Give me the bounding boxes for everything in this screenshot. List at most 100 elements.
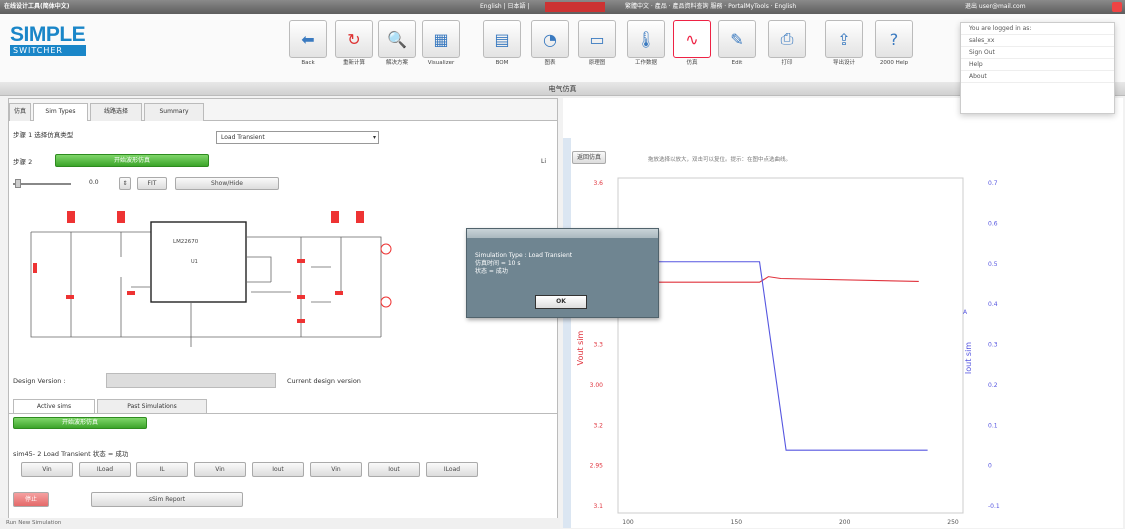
y-tick-left: 3.3 <box>593 342 603 349</box>
toolbar-button-export[interactable]: ⇪ 导出设计 <box>822 20 866 70</box>
start-sim-button[interactable]: 开始波形仿真 <box>55 154 209 167</box>
sim-type-select[interactable]: Load Transient ▾ <box>216 131 379 144</box>
trace-button[interactable]: Vin <box>194 462 246 477</box>
y-tick-right: 0.4 <box>988 301 998 308</box>
app-title: 在线设计工具(简体中文) <box>4 3 70 10</box>
stepper-icon[interactable]: ⇕ <box>119 177 131 190</box>
show-hide-button[interactable]: Show/Hide <box>175 177 279 190</box>
ok-button[interactable]: OK <box>535 295 587 309</box>
toolbar-button-bom[interactable]: ▤ BOM <box>480 20 524 70</box>
toolbar-label: BOM <box>495 60 509 66</box>
right-axis-unit: A <box>963 309 968 316</box>
toolbar-button-thermometer[interactable]: 🌡 工作数据 <box>624 20 668 70</box>
y-tick-left: 3.00 <box>590 382 604 389</box>
thermometer-icon: 🌡 <box>627 20 665 58</box>
toolbar-button-refresh[interactable]: ↻ 重新计算 <box>332 20 376 70</box>
graph-icon: ◔ <box>531 20 569 58</box>
trace-button[interactable]: IL <box>136 462 188 477</box>
plot-area <box>617 177 964 514</box>
y-tick-left: 2.95 <box>590 463 604 470</box>
toolbar-button-waveform-tool[interactable]: ▦ Visualizer <box>419 20 463 70</box>
toolbar-button-help[interactable]: ? 2000 Help <box>872 20 916 70</box>
splitter-bar <box>563 138 571 528</box>
slider-handle[interactable] <box>15 179 21 188</box>
toolbar-label: 工作数据 <box>634 60 657 66</box>
page-title: 电气仿真 <box>0 82 1125 96</box>
bom-icon: ▤ <box>483 20 521 58</box>
y-tick-right: 0.2 <box>988 382 998 389</box>
fit-button[interactable]: FIT <box>137 177 167 190</box>
toolbar-label: Edit <box>731 60 743 66</box>
x-tick: 200 <box>839 519 851 526</box>
design-version-field[interactable] <box>106 373 276 388</box>
dialog-line-time: 仿真时间 = 10 s <box>475 260 521 267</box>
menu-item-login-note: You are logged in as: <box>961 23 1114 35</box>
stop-button[interactable]: 停止 <box>13 492 49 507</box>
zoom-slider[interactable] <box>13 183 71 185</box>
trace-button[interactable]: Vin <box>21 462 73 477</box>
toolbar-button-printer[interactable]: ⎙ 打印 <box>765 20 809 70</box>
x-tick: 150 <box>731 519 743 526</box>
tab-sim[interactable]: 仿真 <box>9 103 31 121</box>
menu-item-help[interactable]: Help <box>961 59 1114 71</box>
tab-circuit[interactable]: 线路选择 <box>90 103 142 121</box>
step1-label: 步骤 1 选择仿真类型 <box>13 131 74 139</box>
close-icon[interactable] <box>1112 2 1122 12</box>
menu-item-about[interactable]: About <box>961 71 1114 83</box>
toolbar-button-magnifier[interactable]: 🔍 解决方案 <box>375 20 419 70</box>
trace-button[interactable]: ILoad <box>79 462 131 477</box>
y-tick-left: 3.2 <box>593 422 603 429</box>
language-links[interactable]: English | 日本語 | <box>480 0 529 14</box>
schematic-component[interactable] <box>67 211 75 223</box>
dialog-titlebar[interactable] <box>467 229 658 238</box>
sim-type-value: Load Transient <box>221 134 265 141</box>
toolbar-button-back-arrow[interactable]: ⬅ Back <box>286 20 330 70</box>
toolbar-button-edit[interactable]: ✎ Edit <box>715 20 759 70</box>
layout-icon: ▭ <box>578 20 616 58</box>
y-tick-right: 0.5 <box>988 261 998 268</box>
design-version-label: Design Version : <box>13 377 66 385</box>
toolbar-label: Back <box>301 60 315 66</box>
divider <box>9 413 557 414</box>
menu-item-sign-out[interactable]: Sign Out <box>961 47 1114 59</box>
sim-result-dialog: Simulation Type : Load Transient 仿真时间 = … <box>466 228 659 318</box>
trace-button[interactable]: Vin <box>310 462 362 477</box>
toolbar-label: Visualizer <box>427 60 455 66</box>
step2-label: 步骤 2 <box>13 158 33 166</box>
y-tick-right: 0.6 <box>988 220 998 227</box>
tab-past-sims[interactable]: Past Simulations <box>97 399 207 413</box>
run-sim-button[interactable]: 开始波形仿真 <box>13 417 147 429</box>
y-tick-right: 0 <box>988 463 992 470</box>
toolbar-button-graph[interactable]: ◔ 图表 <box>528 20 572 70</box>
tab-sim-types[interactable]: Sim Types <box>33 103 88 121</box>
schematic-diagram[interactable]: LM22670 U1 <box>11 207 401 367</box>
dialog-line-status: 状态 = 成功 <box>475 268 508 275</box>
trace-button[interactable]: Iout <box>368 462 420 477</box>
dialog-line-type: Simulation Type : Load Transient <box>475 252 573 259</box>
logo[interactable]: SIMPLE SWITCHER <box>10 23 88 61</box>
user-account[interactable]: 退出 user@mail.com <box>965 0 1026 14</box>
tab-active-sims[interactable]: Active sims <box>13 399 95 413</box>
y-tick-right: 0.1 <box>988 422 998 429</box>
x-tick: 100 <box>622 519 634 526</box>
tab-summary[interactable]: Summary <box>144 103 204 121</box>
toolbar-label: 仿真 <box>686 60 698 66</box>
trace-button[interactable]: ILoad <box>426 462 478 477</box>
menu-item-username: sales_xx <box>961 35 1114 47</box>
toolbar-label: 解决方案 <box>385 60 408 66</box>
toolbar-button-sine-wave[interactable]: ∿ 仿真 <box>670 20 714 70</box>
edit-icon: ✎ <box>718 20 756 58</box>
toolbar-button-layout[interactable]: ▭ 原理图 <box>575 20 619 70</box>
toolbar-label: 2000 Help <box>879 60 909 66</box>
export-icon: ⇪ <box>825 20 863 58</box>
chevron-down-icon: ▾ <box>372 134 376 141</box>
y-tick-right: 0.3 <box>988 342 998 349</box>
logo-line1: SIMPLE <box>10 23 86 46</box>
trace-button[interactable]: Iout <box>252 462 304 477</box>
sim-info: sim45- 2 Load Transient 状态 = 成功 <box>13 450 129 458</box>
top-links[interactable]: 繁體中文 · 產品 · 產品資料查詢 服務 · PortalMyTools · … <box>625 0 796 14</box>
magnifier-icon: 🔍 <box>378 20 416 58</box>
ic-ref: U1 <box>191 259 198 265</box>
sim-report-button[interactable]: sSim Report <box>91 492 243 507</box>
x-tick: 250 <box>947 519 959 526</box>
